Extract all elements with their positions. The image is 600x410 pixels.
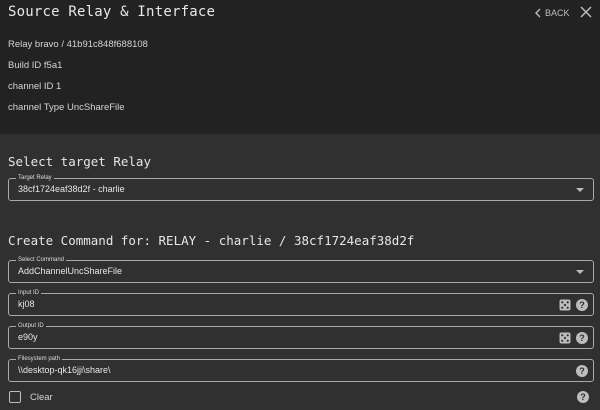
build-id-info: Build ID f5a1 — [8, 60, 63, 71]
output-id-field[interactable]: Output ID e90y ? — [8, 322, 594, 349]
select-command-select[interactable]: Select Command AddChannelUncShareFile — [8, 256, 594, 283]
page-title: Source Relay & Interface — [8, 4, 216, 20]
target-relay-select[interactable]: Target Relay 38cf1724eaf38d2f - charlie — [8, 174, 594, 201]
filesystem-path-label: Filesystem path — [16, 355, 63, 363]
input-id-value[interactable]: kj08 — [18, 299, 35, 309]
help-circle-icon[interactable]: ? — [576, 332, 588, 344]
help-circle-icon[interactable]: ? — [576, 299, 588, 311]
select-command-value: AddChannelUncShareFile — [18, 266, 123, 276]
back-button-label: BACK — [545, 8, 570, 18]
relay-info: Relay bravo / 41b91c848f688108 — [8, 39, 148, 50]
clear-checkbox[interactable] — [9, 391, 21, 403]
arrow-drop-down-icon[interactable] — [576, 188, 584, 192]
arrow-drop-down-icon[interactable] — [576, 270, 584, 274]
output-id-label: Output ID — [16, 322, 46, 330]
select-command-label: Select Command — [16, 256, 67, 264]
clear-label: Clear — [30, 391, 53, 403]
clear-checkbox-row[interactable]: Clear — [9, 391, 53, 403]
input-id-field[interactable]: Input ID kj08 ? — [8, 289, 594, 316]
channel-type-info: channel Type UncShareFile — [8, 102, 125, 113]
back-button[interactable]: BACK — [534, 6, 570, 20]
output-id-value[interactable]: e90y — [18, 332, 38, 342]
close-icon[interactable] — [578, 4, 594, 20]
target-relay-value: 38cf1724eaf38d2f - charlie — [18, 184, 125, 194]
dice-icon[interactable] — [559, 299, 571, 311]
target-relay-label: Target Relay — [16, 174, 54, 182]
create-command-heading: Create Command for: RELAY - charlie / 38… — [8, 233, 415, 248]
dice-icon[interactable] — [559, 332, 571, 344]
select-target-heading: Select target Relay — [8, 154, 151, 169]
chevron-left-icon — [535, 8, 541, 18]
filesystem-path-field[interactable]: Filesystem path \\desktop-qk16jji\share\… — [8, 355, 594, 382]
source-info-panel: Source Relay & Interface BACK Relay brav… — [0, 0, 600, 134]
filesystem-path-value[interactable]: \\desktop-qk16jji\share\ — [18, 365, 111, 375]
help-circle-icon[interactable]: ? — [577, 391, 589, 403]
channel-id-info: channel ID 1 — [8, 81, 62, 92]
help-circle-icon[interactable]: ? — [576, 365, 588, 377]
input-id-label: Input ID — [16, 289, 42, 297]
